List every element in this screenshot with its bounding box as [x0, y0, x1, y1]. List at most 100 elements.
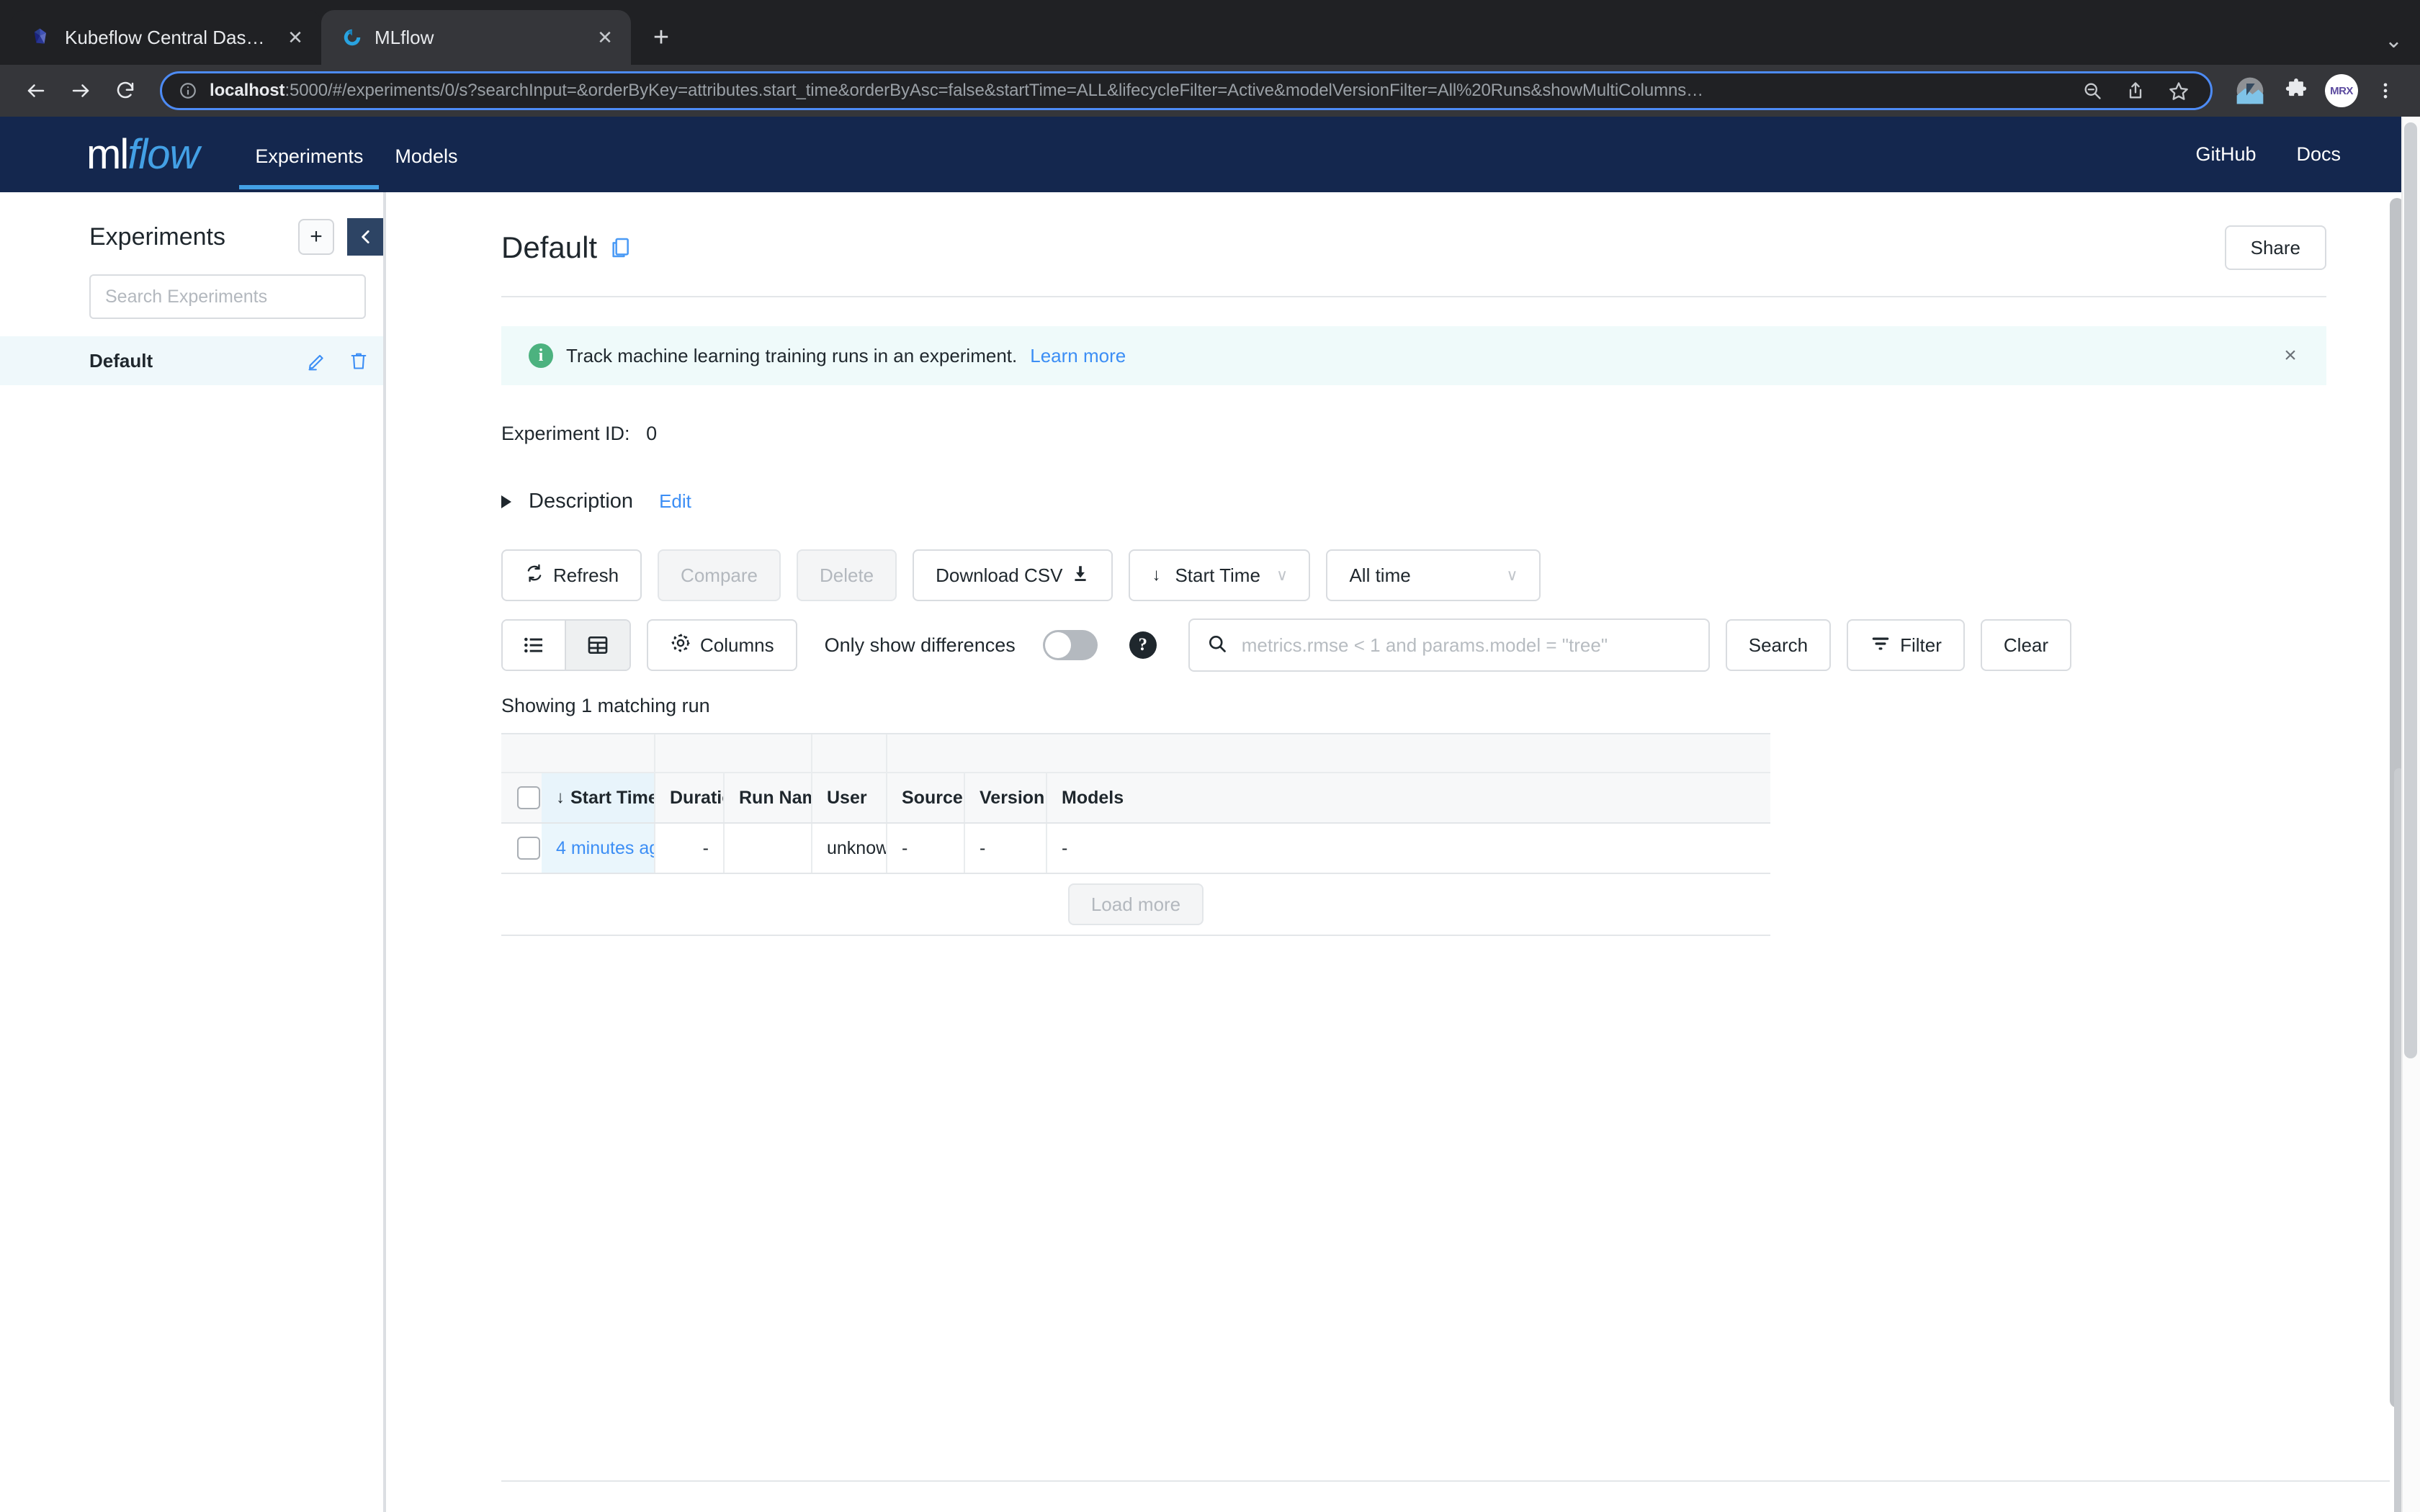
zoom-out-icon[interactable] [2076, 75, 2108, 107]
sort-by-label: Start Time [1175, 564, 1260, 586]
reload-icon[interactable] [105, 71, 145, 111]
group-cell-blank [542, 734, 655, 772]
compare-button[interactable]: Compare [658, 549, 781, 601]
site-info-icon[interactable] [178, 81, 198, 101]
pencil-icon[interactable] [301, 345, 333, 377]
browser-window: Kubeflow Central Dashboard ✕ MLflow ✕ + … [0, 0, 2420, 1512]
grid-view-icon[interactable] [566, 621, 629, 670]
sidebar-search-wrap [0, 256, 385, 319]
tab-list-chevron-icon[interactable]: ⌄ [2385, 30, 2403, 52]
results-count: Showing 1 matching run [501, 695, 710, 716]
column-header-source[interactable]: Source [887, 773, 965, 822]
cell-start-time[interactable]: 4 minutes ago [542, 824, 655, 873]
load-more-button[interactable]: Load more [1067, 883, 1204, 925]
extensions-puzzle-icon[interactable] [2277, 72, 2315, 109]
page-title-row: Default Share [501, 225, 2326, 297]
chevron-right-icon[interactable] [501, 495, 511, 508]
nav-github[interactable]: GitHub [2195, 143, 2256, 166]
browser-tab-title: Kubeflow Central Dashboard [65, 26, 272, 48]
bookmark-star-icon[interactable] [2163, 75, 2195, 107]
group-cell-blank [501, 734, 542, 772]
chevron-down-icon: ∨ [1276, 566, 1289, 584]
runs-search-input[interactable] [1241, 634, 1691, 657]
back-icon[interactable] [16, 71, 56, 111]
clear-button[interactable]: Clear [1980, 619, 2072, 671]
select-all-checkbox[interactable] [517, 786, 540, 809]
list-view-icon[interactable] [503, 621, 566, 670]
mlflow-logo[interactable]: ml flow [86, 130, 200, 178]
new-tab-button[interactable]: + [641, 17, 681, 58]
nav-models[interactable]: Models [379, 120, 473, 189]
info-icon: i [529, 343, 553, 368]
runs-table: ↓ Start Time Duration Run Name User Sour… [501, 733, 1770, 936]
columns-button[interactable]: Columns [647, 619, 797, 671]
column-header-label: Start Time [570, 787, 655, 808]
url-bar[interactable]: localhost:5000/#/experiments/0/s?searchI… [160, 71, 2213, 110]
create-experiment-button[interactable]: + [298, 219, 334, 255]
runs-search-box[interactable] [1188, 618, 1710, 672]
group-cell-blank [1047, 734, 1770, 772]
collapse-sidebar-button[interactable] [347, 218, 385, 256]
trash-icon[interactable] [343, 345, 375, 377]
share-button[interactable]: Share [2224, 225, 2326, 270]
help-icon[interactable]: ? [1129, 631, 1157, 659]
page-scrollbar-thumb[interactable] [2404, 122, 2417, 1058]
browser-menu-icon[interactable] [2367, 72, 2404, 109]
gear-icon [670, 632, 691, 659]
forward-icon[interactable] [60, 71, 101, 111]
run-link[interactable]: 4 minutes ago [556, 838, 654, 859]
description-edit-link[interactable]: Edit [659, 490, 691, 513]
column-header-start-time[interactable]: ↓ Start Time [542, 773, 655, 822]
close-icon[interactable]: ✕ [282, 24, 308, 50]
sort-by-dropdown[interactable]: ↓ Start Time ∨ [1129, 549, 1311, 601]
search-experiments-input[interactable] [89, 274, 366, 319]
learn-more-link[interactable]: Learn more [1030, 345, 1126, 367]
logo-flow-text: flow [127, 130, 200, 178]
cell-source: - [887, 824, 965, 873]
cell-run-name [725, 824, 812, 873]
profile-avatar[interactable]: MRX [2325, 74, 2358, 107]
browser-tabstrip: Kubeflow Central Dashboard ✕ MLflow ✕ + … [0, 0, 2420, 65]
main-inner: Default Share i Track machine learning t… [386, 192, 2420, 1512]
share-icon[interactable] [2120, 75, 2151, 107]
cell-version: - [965, 824, 1047, 873]
delete-button[interactable]: Delete [796, 549, 897, 601]
column-header-models[interactable]: Models [1047, 773, 1770, 822]
nav-experiments[interactable]: Experiments [239, 120, 380, 189]
app-body: Experiments + Default [0, 192, 2420, 1512]
browser-toolbar: localhost:5000/#/experiments/0/s?searchI… [0, 65, 2420, 117]
extension-media-icon[interactable] [2231, 72, 2269, 109]
runs-toolbar-primary: Refresh Compare Delete Download CSV ↓ St… [501, 549, 2326, 601]
experiments-sidebar: Experiments + Default [0, 192, 386, 1512]
time-filter-dropdown[interactable]: All time ∨ [1326, 549, 1541, 601]
table-row[interactable]: 4 minutes ago - unknown - - - [501, 824, 1770, 874]
row-checkbox-cell[interactable] [501, 824, 542, 873]
info-banner: i Track machine learning training runs i… [501, 326, 2326, 385]
cell-user: unknown [812, 824, 887, 873]
close-icon[interactable]: ✕ [592, 24, 618, 50]
copy-icon[interactable] [609, 236, 632, 259]
refresh-label: Refresh [553, 564, 619, 586]
column-header-user[interactable]: User [812, 773, 887, 822]
row-checkbox[interactable] [517, 837, 540, 860]
refresh-button[interactable]: Refresh [501, 549, 642, 601]
column-header-duration[interactable]: Duration [655, 773, 725, 822]
close-icon[interactable]: × [2276, 341, 2305, 370]
filter-label: Filter [1900, 634, 1942, 656]
cell-duration: - [655, 824, 725, 873]
browser-tab-mlflow[interactable]: MLflow ✕ [321, 10, 631, 65]
nav-docs[interactable]: Docs [2296, 143, 2341, 166]
page-title: Default [501, 230, 598, 264]
sidebar-item-default[interactable]: Default [0, 336, 385, 385]
search-button[interactable]: Search [1725, 619, 1832, 671]
browser-tab-kubeflow[interactable]: Kubeflow Central Dashboard ✕ [12, 10, 321, 65]
column-header-run-name[interactable]: Run Name [725, 773, 812, 822]
filter-button[interactable]: Filter [1847, 619, 1965, 671]
group-cell-blank [655, 734, 725, 772]
select-all-checkbox-cell[interactable] [501, 773, 542, 822]
download-csv-button[interactable]: Download CSV [913, 549, 1113, 601]
mlflow-header: ml flow Experiments Models GitHub Docs [0, 117, 2420, 192]
column-header-version[interactable]: Version [965, 773, 1047, 822]
only-show-differences-toggle[interactable] [1042, 630, 1098, 660]
runs-toolbar-secondary: Columns Only show differences ? metrics.… [501, 618, 2326, 672]
